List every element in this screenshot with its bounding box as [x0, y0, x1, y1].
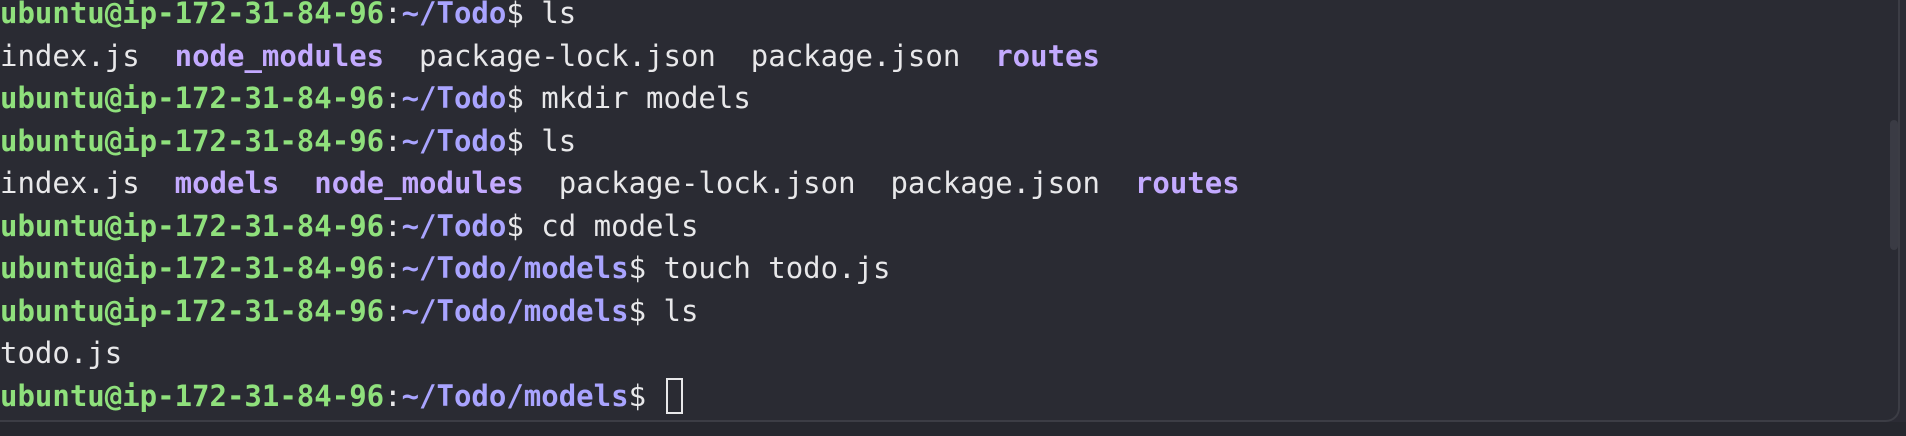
- column-gap: [140, 39, 175, 73]
- directory-entry: routes: [995, 38, 1100, 73]
- terminal-window[interactable]: ubuntu@ip-172-31-84-96:~/Todo$ ls index.j…: [0, 0, 1900, 422]
- window-bottom-edge: [0, 422, 1906, 436]
- output-line: index.js models node_modules package-loc…: [0, 162, 1880, 205]
- prompt-dollar: $: [506, 81, 524, 115]
- command-text: ls: [523, 0, 577, 30]
- file-entry: package-lock.json: [558, 166, 856, 200]
- column-gap: [279, 166, 314, 200]
- prompt-user-host: ubuntu@ip-172-31-84-96: [0, 123, 385, 158]
- prompt-dollar: $: [628, 378, 647, 413]
- command-text: touch todo.js: [646, 251, 891, 285]
- file-entry: todo.js: [0, 336, 123, 370]
- prompt-path: ~/Todo: [401, 208, 507, 243]
- prompt-colon: :: [384, 208, 402, 243]
- prompt-path: ~/Todo: [401, 81, 507, 115]
- prompt-line: ubuntu@ip-172-31-84-96:~/Todo$ mkdir mod…: [0, 77, 1880, 120]
- prompt-dollar: $: [506, 123, 524, 158]
- prompt-dollar: $: [628, 251, 647, 285]
- prompt-user-host: ubuntu@ip-172-31-84-96: [0, 251, 385, 285]
- command-text: ls: [646, 293, 699, 328]
- file-entry: index.js: [0, 38, 140, 73]
- column-gap: [960, 39, 995, 73]
- prompt-dollar: $: [506, 208, 524, 243]
- command-text: [646, 379, 663, 413]
- file-entry: package.json: [890, 166, 1100, 200]
- text-cursor[interactable]: [665, 377, 683, 414]
- command-text: cd models: [523, 208, 699, 243]
- directory-entry: node_modules: [174, 38, 385, 73]
- file-entry: package.json: [750, 38, 961, 73]
- output-line: index.js node_modules package-lock.json …: [0, 35, 1880, 78]
- column-gap: [1100, 166, 1135, 200]
- output-line: todo.js: [0, 332, 1880, 375]
- prompt-path: ~/Todo/models: [401, 378, 629, 413]
- prompt-user-host: ubuntu@ip-172-31-84-96: [0, 0, 385, 30]
- column-gap: [524, 166, 559, 200]
- prompt-path: ~/Todo/models: [401, 293, 629, 328]
- prompt-path: ~/Todo: [401, 123, 507, 158]
- prompt-colon: :: [384, 378, 402, 413]
- directory-entry: routes: [1134, 166, 1240, 200]
- file-entry: package-lock.json: [419, 38, 716, 73]
- terminal-output[interactable]: ubuntu@ip-172-31-84-96:~/Todo$ ls index.j…: [0, 0, 1880, 417]
- command-text: ls: [523, 123, 577, 158]
- prompt-colon: :: [384, 81, 402, 115]
- prompt-user-host: ubuntu@ip-172-31-84-96: [0, 208, 385, 243]
- prompt-line: ubuntu@ip-172-31-84-96:~/Todo/models$ ls: [0, 290, 1880, 333]
- prompt-line: ubuntu@ip-172-31-84-96:~/Todo/models$: [0, 375, 1880, 418]
- prompt-line: ubuntu@ip-172-31-84-96:~/Todo$ ls: [0, 120, 1880, 163]
- prompt-line: ubuntu@ip-172-31-84-96:~/Todo$ cd models: [0, 205, 1880, 248]
- command-text: mkdir models: [523, 81, 751, 115]
- prompt-line: ubuntu@ip-172-31-84-96:~/Todo/models$ to…: [0, 247, 1880, 290]
- prompt-user-host: ubuntu@ip-172-31-84-96: [0, 81, 385, 115]
- column-gap: [384, 39, 419, 73]
- column-gap: [140, 166, 175, 200]
- directory-entry: models: [174, 166, 280, 200]
- prompt-user-host: ubuntu@ip-172-31-84-96: [0, 293, 385, 328]
- terminal-scrollbar[interactable]: [1890, 120, 1898, 250]
- file-entry: index.js: [0, 166, 140, 200]
- prompt-dollar: $: [628, 293, 647, 328]
- prompt-user-host: ubuntu@ip-172-31-84-96: [0, 378, 385, 413]
- column-gap: [856, 166, 891, 200]
- directory-entry: node_modules: [314, 166, 524, 200]
- prompt-path: ~/Todo: [401, 0, 507, 30]
- prompt-colon: :: [384, 0, 402, 30]
- prompt-dollar: $: [506, 0, 524, 30]
- prompt-line: ubuntu@ip-172-31-84-96:~/Todo$ ls: [0, 0, 1880, 35]
- column-gap: [716, 39, 751, 73]
- prompt-path: ~/Todo/models: [401, 251, 629, 285]
- prompt-colon: :: [384, 251, 402, 285]
- prompt-colon: :: [384, 293, 402, 328]
- prompt-colon: :: [384, 123, 402, 158]
